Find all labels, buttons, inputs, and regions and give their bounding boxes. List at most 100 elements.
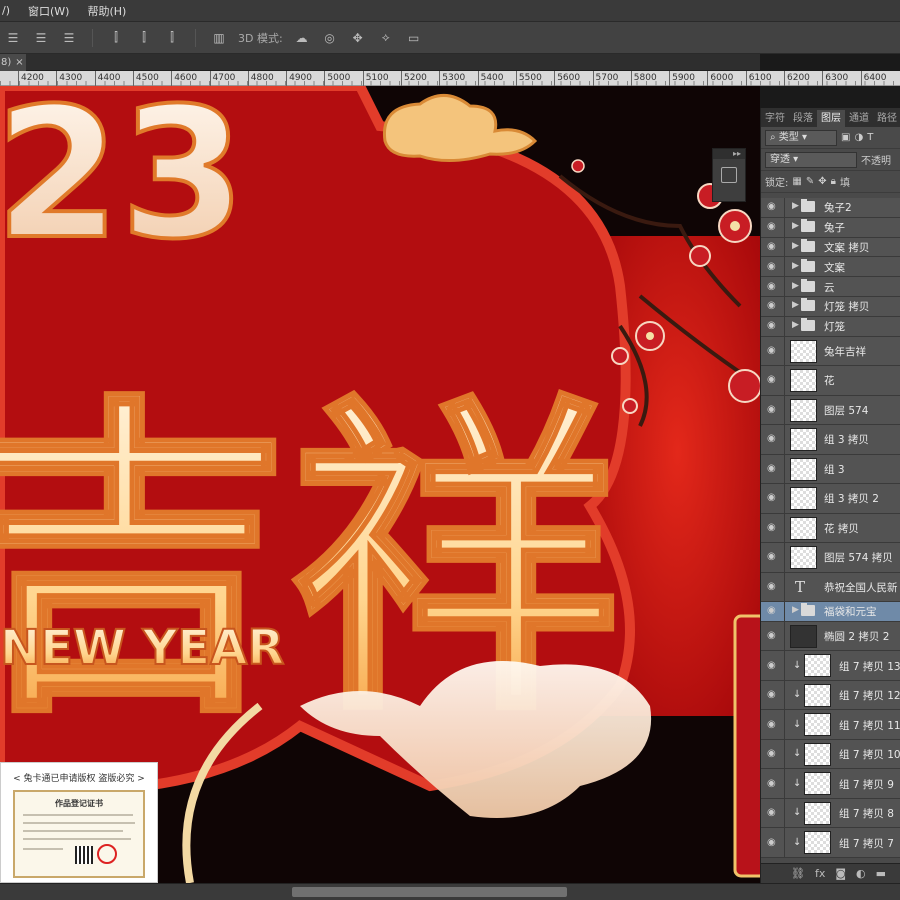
pan-3d-icon[interactable]: ✥ xyxy=(349,29,367,47)
expand-arrow-icon[interactable]: ▶ xyxy=(792,201,799,211)
blend-mode-select[interactable]: 穿透 ▾ xyxy=(765,151,857,168)
expand-arrow-icon[interactable]: ▶ xyxy=(792,605,799,615)
layer-row[interactable]: ◉ ↓ 组 7 拷贝 10 xyxy=(761,739,900,770)
dock-collapse-icon[interactable]: ▸▸ xyxy=(713,149,745,159)
menu-item-window[interactable]: 窗口(W) xyxy=(28,3,69,19)
expand-arrow-icon[interactable]: ▶ xyxy=(792,221,799,231)
layer-row[interactable]: ◉ 花 拷贝 xyxy=(761,513,900,544)
filter-adjust-icon[interactable]: ◑ xyxy=(854,132,863,143)
layer-row[interactable]: ◉ ↓ 组 7 拷贝 7 xyxy=(761,828,900,858)
fx-icon[interactable]: fx xyxy=(815,867,825,880)
visibility-eye-icon[interactable]: ◉ xyxy=(767,321,779,331)
expand-arrow-icon[interactable]: ▶ xyxy=(792,261,799,271)
properties-icon[interactable] xyxy=(721,167,737,183)
visibility-eye-icon[interactable]: ◉ xyxy=(767,261,779,272)
layer-row[interactable]: ◉ T 恭祝全国人民新 xyxy=(761,572,900,603)
layer-row[interactable]: ◉ ▶ 灯笼 拷贝 xyxy=(761,296,900,317)
visibility-eye-icon[interactable]: ◉ xyxy=(767,434,779,444)
visibility-eye-icon[interactable]: ◉ xyxy=(767,581,779,592)
lock-move-icon[interactable]: ✥ xyxy=(818,176,826,187)
layer-row[interactable]: ◉ 兔年吉祥 xyxy=(761,336,900,367)
layer-row[interactable]: ◉ ▶ 兔子 xyxy=(761,217,900,238)
visibility-eye-icon[interactable]: ◉ xyxy=(767,241,779,252)
visibility-eye-icon[interactable]: ◉ xyxy=(767,222,779,232)
layer-row[interactable]: ◉ 组 3 拷贝 2 xyxy=(761,484,900,514)
layer-row[interactable]: ◉ ↓ 组 7 拷贝 12 xyxy=(761,680,900,711)
close-icon[interactable]: × xyxy=(15,57,23,68)
layer-row[interactable]: ◉ 花 xyxy=(761,366,900,396)
folder-icon[interactable]: ▬ xyxy=(876,867,886,880)
visibility-eye-icon[interactable]: ◉ xyxy=(767,719,779,730)
visibility-eye-icon[interactable]: ◉ xyxy=(767,493,779,503)
filter-kind-select[interactable]: ⌕ 类型 ▾ xyxy=(765,129,837,146)
layer-row[interactable]: ◉ 组 3 拷贝 xyxy=(761,425,900,455)
visibility-eye-icon[interactable]: ◉ xyxy=(767,606,779,616)
layer-row[interactable]: ◉ 图层 574 xyxy=(761,395,900,426)
slide-3d-icon[interactable]: ⟡ xyxy=(377,29,395,47)
layer-row[interactable]: ◉ ▶ 文案 xyxy=(761,257,900,278)
layer-row[interactable]: ◉ ↓ 组 7 拷贝 9 xyxy=(761,769,900,799)
link-icon[interactable]: ⛓ xyxy=(791,867,805,880)
layer-row[interactable]: ◉ ↓ 组 7 拷贝 11 xyxy=(761,710,900,740)
camera-3d-icon[interactable]: ▭ xyxy=(405,29,423,47)
roll-3d-icon[interactable]: ◎ xyxy=(321,29,339,47)
distribute-right-icon[interactable]: ⫿ xyxy=(163,29,181,47)
tab-channels[interactable]: 通道 xyxy=(845,110,873,127)
menu-item-partial[interactable]: /) xyxy=(2,4,10,17)
orbit-3d-icon[interactable]: ☁ xyxy=(293,29,311,47)
visibility-eye-icon[interactable]: ◉ xyxy=(767,301,779,311)
visibility-eye-icon[interactable]: ◉ xyxy=(767,345,779,356)
layer-row[interactable]: ◉ ▶ 文案 拷贝 xyxy=(761,237,900,258)
visibility-eye-icon[interactable]: ◉ xyxy=(767,375,779,385)
expand-arrow-icon[interactable]: ▶ xyxy=(792,320,799,330)
align-top-icon[interactable]: ☰ xyxy=(4,29,22,47)
certificate-text-line xyxy=(23,848,63,850)
expand-arrow-icon[interactable]: ▶ xyxy=(792,281,799,291)
tab-layers[interactable]: 图层 xyxy=(817,110,845,127)
distribute-hcenter-icon[interactable]: ⫿ xyxy=(135,29,153,47)
tab-character[interactable]: 字符 xyxy=(761,110,789,127)
lock-all-icon[interactable]: 🔒︎ xyxy=(831,176,836,187)
expand-arrow-icon[interactable]: ▶ xyxy=(792,241,799,251)
distribute-left-icon[interactable]: ⫿ xyxy=(107,29,125,47)
layer-row[interactable]: ◉ 椭圆 2 拷贝 2 xyxy=(761,621,900,652)
auto-align-icon[interactable]: ▥ xyxy=(210,29,228,47)
document-tab[interactable]: 8) × xyxy=(0,54,26,71)
layer-row[interactable]: ◉ ↓ 组 7 拷贝 8 xyxy=(761,798,900,829)
layer-row[interactable]: ◉ ▶ 云 xyxy=(761,277,900,297)
menu-item-help[interactable]: 帮助(H) xyxy=(87,3,126,19)
scrollbar-thumb[interactable] xyxy=(292,887,567,897)
visibility-eye-icon[interactable]: ◉ xyxy=(767,808,779,818)
expand-arrow-icon[interactable]: ▶ xyxy=(792,300,799,310)
visibility-eye-icon[interactable]: ◉ xyxy=(767,778,779,789)
visibility-eye-icon[interactable]: ◉ xyxy=(767,749,779,759)
align-bottom-icon[interactable]: ☰ xyxy=(60,29,78,47)
horizontal-scrollbar[interactable] xyxy=(0,883,900,900)
adjust-icon[interactable]: ◐ xyxy=(856,867,866,880)
layer-row[interactable]: ◉ 图层 574 拷贝 xyxy=(761,543,900,573)
layer-row[interactable]: ◉ ▶ 灯笼 xyxy=(761,316,900,337)
filter-type-icon[interactable]: T xyxy=(867,132,873,143)
layer-row[interactable]: ◉ 组 3 xyxy=(761,454,900,485)
visibility-eye-icon[interactable]: ◉ xyxy=(767,202,779,212)
tab-paths[interactable]: 路径 xyxy=(873,110,900,127)
visibility-eye-icon[interactable]: ◉ xyxy=(767,690,779,700)
tab-paragraph[interactable]: 段落 xyxy=(789,110,817,127)
lock-transparent-icon[interactable]: ▦ xyxy=(792,176,801,187)
visibility-eye-icon[interactable]: ◉ xyxy=(767,552,779,562)
visibility-eye-icon[interactable]: ◉ xyxy=(767,660,779,671)
visibility-eye-icon[interactable]: ◉ xyxy=(767,837,779,848)
layer-row[interactable]: ◉ ▶ 福袋和元宝 xyxy=(761,602,900,622)
filter-pixel-icon[interactable]: ▣ xyxy=(841,132,850,143)
layer-row[interactable]: ◉ ▶ 兔子2 xyxy=(761,198,900,218)
visibility-eye-icon[interactable]: ◉ xyxy=(767,463,779,474)
visibility-eye-icon[interactable]: ◉ xyxy=(767,404,779,415)
visibility-eye-icon[interactable]: ◉ xyxy=(767,522,779,533)
visibility-eye-icon[interactable]: ◉ xyxy=(767,631,779,641)
folder-icon xyxy=(801,258,815,272)
layer-row[interactable]: ◉ ↓ 组 7 拷贝 13 xyxy=(761,651,900,681)
align-vcenter-icon[interactable]: ☰ xyxy=(32,29,50,47)
visibility-eye-icon[interactable]: ◉ xyxy=(767,281,779,292)
lock-paint-icon[interactable]: ✎ xyxy=(806,176,814,187)
mask-icon[interactable]: ◙ xyxy=(835,867,846,880)
